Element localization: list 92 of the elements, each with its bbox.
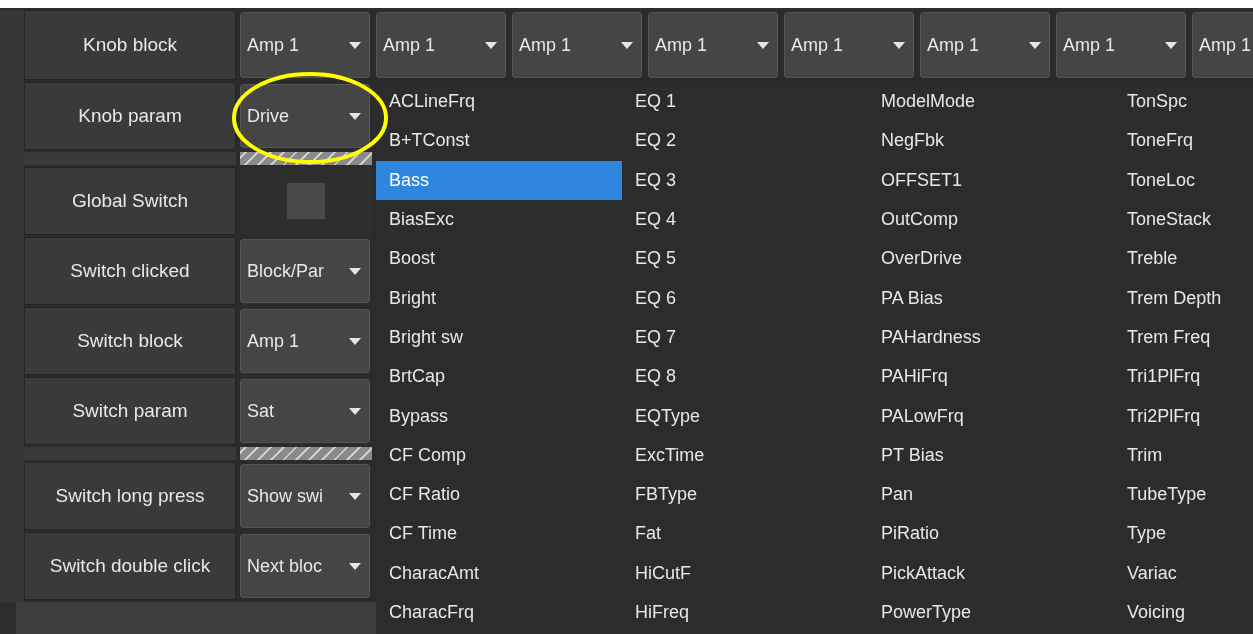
option-item[interactable]: ToneStack [1114, 199, 1253, 240]
caret-icon [349, 41, 361, 49]
block-dropdown[interactable]: Amp 1 [376, 12, 506, 78]
option-item[interactable]: Trem Freq [1114, 317, 1253, 358]
option-item[interactable]: FBType [622, 474, 868, 515]
option-item[interactable]: Boost [376, 239, 622, 279]
option-item[interactable]: PA Bias [868, 278, 1114, 318]
option-item[interactable]: HiCutF [622, 553, 868, 593]
option-item[interactable]: TubeType [1114, 474, 1253, 515]
option-item[interactable]: Pan [868, 474, 1114, 515]
option-item[interactable]: CharacAmt [376, 553, 622, 593]
block-dropdown[interactable]: Amp 1 [920, 12, 1050, 78]
caret-icon [485, 41, 497, 49]
option-item[interactable]: CF Comp [376, 435, 622, 475]
caret-icon [349, 492, 361, 500]
option-item[interactable]: ACLineFrq [376, 82, 622, 122]
block-dropdown[interactable]: Amp 1 [240, 12, 370, 78]
option-item[interactable]: HiFreq [622, 592, 868, 633]
option-item[interactable]: ToneFrq [1114, 121, 1253, 161]
block-dropdown[interactable]: Amp 1 [1192, 12, 1253, 78]
option-item[interactable]: BrtCap [376, 357, 622, 397]
value-dropdown[interactable]: Amp 1 [240, 309, 370, 373]
caret-icon [1029, 41, 1041, 49]
option-item[interactable]: OFFSET1 [868, 160, 1114, 200]
option-item[interactable]: Treble [1114, 239, 1253, 279]
caret-icon [349, 562, 361, 570]
option-item[interactable]: EQ 6 [622, 278, 868, 318]
option-item[interactable]: EQ 1 [622, 82, 868, 122]
value-dropdown[interactable]: Show swi [240, 464, 370, 528]
option-item[interactable]: Trim [1114, 435, 1253, 475]
caret-icon [349, 337, 361, 345]
option-item[interactable]: Variac [1114, 553, 1253, 593]
row-label: Knob param [24, 82, 236, 150]
row-label: Knob block [24, 10, 236, 80]
caret-icon [893, 41, 905, 49]
row-label: Global Switch [24, 167, 236, 235]
option-item[interactable]: PAHardness [868, 317, 1114, 358]
row-label: Switch clicked [24, 237, 236, 305]
option-item[interactable]: PALowFrq [868, 396, 1114, 436]
option-item[interactable]: B+TConst [376, 121, 622, 161]
option-item[interactable]: Trem Depth [1114, 278, 1253, 318]
block-dropdown[interactable]: Amp 1 [1056, 12, 1186, 78]
row-label: Switch long press [24, 462, 236, 530]
option-item[interactable]: Voicing [1114, 592, 1253, 633]
option-item[interactable]: TonSpc [1114, 82, 1253, 122]
caret-icon [349, 112, 361, 120]
value-dropdown[interactable]: Block/Par [240, 239, 370, 303]
option-item[interactable]: ModelMode [868, 82, 1114, 122]
caret-icon [757, 41, 769, 49]
checkbox[interactable] [287, 183, 325, 219]
option-item[interactable]: EQ 5 [622, 239, 868, 279]
option-item[interactable]: Fat [622, 514, 868, 554]
caret-icon [349, 407, 361, 415]
option-item[interactable]: BiasExc [376, 199, 622, 240]
option-item[interactable]: Tri1PlFrq [1114, 357, 1253, 397]
option-item[interactable]: OutComp [868, 199, 1114, 240]
option-item[interactable]: EQ 8 [622, 357, 868, 397]
option-item[interactable]: CF Ratio [376, 474, 622, 515]
option-item[interactable]: Bright [376, 278, 622, 318]
value-dropdown[interactable]: Sat [240, 379, 370, 443]
option-item[interactable]: PickAttack [868, 553, 1114, 593]
option-item[interactable]: EQType [622, 396, 868, 436]
option-item[interactable]: Tri2PlFrq [1114, 396, 1253, 436]
row-label: Switch param [24, 377, 236, 445]
block-dropdown[interactable]: Amp 1 [784, 12, 914, 78]
option-item[interactable]: Bypass [376, 396, 622, 436]
option-item[interactable]: EQ 7 [622, 317, 868, 358]
block-dropdown[interactable]: Amp 1 [648, 12, 778, 78]
option-item[interactable]: CharacFrq [376, 592, 622, 633]
block-dropdown[interactable]: Amp 1 [512, 12, 642, 78]
option-item[interactable]: Type [1114, 514, 1253, 554]
option-item[interactable]: PiRatio [868, 514, 1114, 554]
caret-icon [1165, 41, 1177, 49]
option-item[interactable]: PT Bias [868, 435, 1114, 475]
row-label: Switch block [24, 307, 236, 375]
value-dropdown[interactable]: Next bloc [240, 534, 370, 598]
option-item[interactable]: Bass [376, 160, 622, 200]
row-label: Switch double click [24, 532, 236, 600]
option-item[interactable]: OverDrive [868, 239, 1114, 279]
option-item[interactable]: NegFbk [868, 121, 1114, 161]
caret-icon [349, 267, 361, 275]
caret-icon [621, 41, 633, 49]
option-item[interactable]: ExcTime [622, 435, 868, 475]
option-item[interactable]: CF Time [376, 514, 622, 554]
option-item[interactable]: PowerType [868, 592, 1114, 633]
option-item[interactable]: PAHiFrq [868, 357, 1114, 397]
option-item[interactable]: EQ 3 [622, 160, 868, 200]
value-dropdown[interactable]: Drive [240, 84, 370, 148]
option-item[interactable]: EQ 4 [622, 199, 868, 240]
option-item[interactable]: Bright sw [376, 317, 622, 358]
option-item[interactable]: EQ 2 [622, 121, 868, 161]
option-item[interactable]: ToneLoc [1114, 160, 1253, 200]
